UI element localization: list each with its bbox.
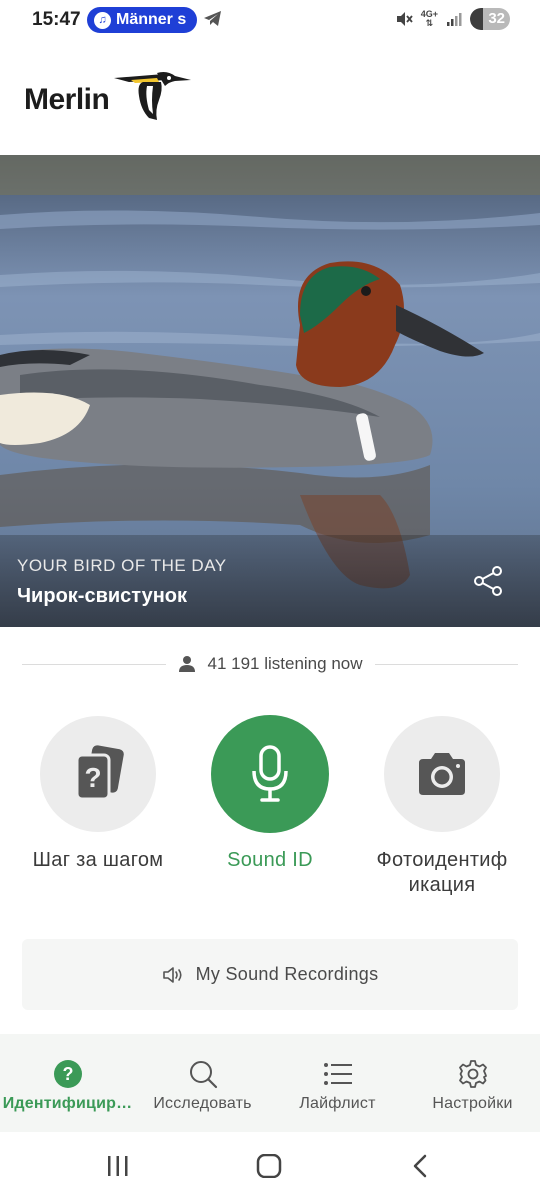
- nav-explore[interactable]: Исследовать: [135, 1034, 270, 1132]
- telegram-icon: [204, 11, 221, 26]
- nav-settings[interactable]: Настройки: [405, 1034, 540, 1132]
- woodpecker-logo-icon: [114, 72, 191, 120]
- mute-icon: [396, 12, 413, 26]
- bird-of-the-day-card[interactable]: YOUR BIRD OF THE DAY Чирок-свистунок: [0, 155, 540, 627]
- merlin-logo: Merlin: [24, 70, 191, 130]
- nav-settings-label: Настройки: [432, 1095, 513, 1112]
- bottom-navigation: ? Идентифицир… Исследовать Лайфлист Наст…: [0, 1034, 540, 1132]
- listening-text: 41 191 listening now: [207, 654, 363, 673]
- divider: [374, 663, 519, 665]
- network-indicator: 4G+ ⇅: [420, 9, 438, 28]
- divider: [22, 663, 166, 665]
- recordings-label: My Sound Recordings: [195, 964, 379, 984]
- hero-caption-overlay: [0, 535, 540, 627]
- step-by-step-button[interactable]: ? Шаг за шагом: [8, 716, 188, 873]
- hero-kicker: YOUR BIRD OF THE DAY: [17, 556, 227, 575]
- step-by-step-circle[interactable]: ?: [40, 716, 156, 832]
- sound-id-label: Sound ID: [227, 849, 313, 871]
- photo-id-label: Фотоидентиф икация: [376, 849, 508, 896]
- listening-counter: 41 191 listening now: [22, 650, 519, 678]
- signal-icon: [447, 13, 462, 26]
- photo-id-circle[interactable]: [384, 716, 500, 832]
- back-icon[interactable]: [410, 1154, 430, 1178]
- nav-lifelist[interactable]: Лайфлист: [270, 1034, 405, 1132]
- sound-id-button[interactable]: Sound ID: [180, 715, 360, 873]
- status-time: 15:47: [32, 9, 81, 30]
- microphone-icon: [252, 745, 288, 802]
- list-icon: [323, 1063, 352, 1085]
- step-by-step-label: Шаг за шагом: [32, 849, 164, 871]
- svg-text:?: ?: [62, 1064, 73, 1084]
- battery-indicator: 32: [470, 8, 510, 30]
- logo-text: Merlin: [24, 83, 110, 116]
- nav-lifelist-label: Лайфлист: [299, 1095, 376, 1112]
- share-icon[interactable]: [472, 564, 506, 598]
- sound-id-circle[interactable]: [211, 715, 329, 833]
- nav-explore-label: Исследовать: [153, 1095, 252, 1112]
- status-bar: 15:47 ♫ Männer s 4G+ ⇅ 32: [0, 0, 540, 40]
- nav-identify[interactable]: ? Идентифицир…: [0, 1034, 135, 1132]
- search-icon: [189, 1061, 217, 1089]
- speaker-icon: [162, 966, 182, 983]
- svg-text:?: ?: [84, 762, 101, 793]
- photo-id-button[interactable]: Фотоидентиф икация: [352, 716, 532, 898]
- question-circle-icon: ?: [53, 1060, 82, 1088]
- gear-icon: [458, 1060, 487, 1088]
- media-pill[interactable]: ♫ Männer s: [87, 7, 197, 33]
- nav-identify-label: Идентифицир…: [2, 1095, 133, 1112]
- bird-name: Чирок-свистунок: [17, 585, 188, 607]
- music-note-icon: ♫: [94, 11, 111, 29]
- system-navigation-bar: [0, 1132, 540, 1200]
- camera-icon: [419, 753, 465, 795]
- my-sound-recordings-button[interactable]: My Sound Recordings: [22, 939, 518, 1010]
- person-icon: [178, 656, 195, 672]
- question-cards-icon: ?: [75, 745, 124, 801]
- home-icon[interactable]: [256, 1154, 282, 1178]
- media-pill-text: Männer s: [116, 11, 187, 28]
- recent-apps-icon[interactable]: [106, 1154, 130, 1178]
